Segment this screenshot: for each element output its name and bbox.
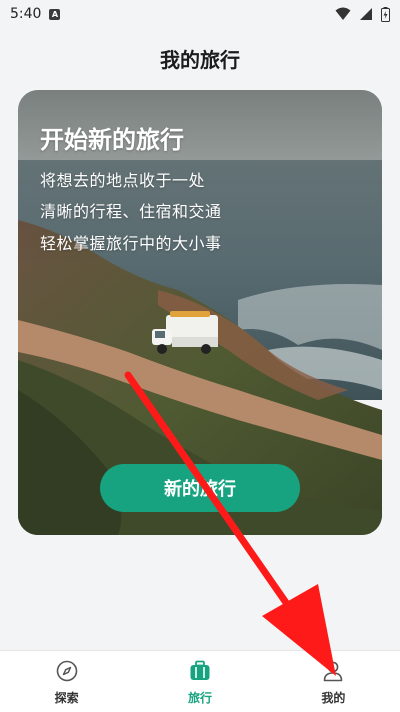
nav-label-me: 我的	[321, 691, 346, 705]
page-title: 我的旅行	[160, 48, 240, 72]
nav-label-explore: 探索	[54, 691, 79, 705]
nav-item-me[interactable]: 我的	[267, 651, 400, 712]
bottom-nav: 探索 旅行 我的	[0, 650, 400, 712]
card-description-line: 清晰的行程、住宿和交通	[40, 202, 222, 221]
wifi-icon	[335, 7, 351, 20]
user-icon	[321, 659, 345, 683]
nav-label-trips: 旅行	[187, 691, 212, 705]
nav-item-trips[interactable]: 旅行	[133, 651, 266, 712]
nav-item-explore[interactable]: 探索	[0, 651, 133, 712]
battery-icon	[381, 6, 390, 22]
card-description-line: 轻松掌握旅行中的大小事	[40, 234, 222, 253]
suitcase-icon	[188, 659, 212, 683]
card-description-line: 将想去的地点收于一处	[40, 171, 206, 190]
signal-icon	[360, 8, 372, 20]
status-time: 5:40	[10, 6, 42, 22]
compass-icon	[55, 659, 79, 683]
notification-icon: A	[49, 8, 61, 20]
card-title: 开始新的旅行	[40, 126, 184, 154]
status-bar: 5:40 A	[0, 0, 400, 28]
new-trip-card: 开始新的旅行 将想去的地点收于一处 清晰的行程、住宿和交通 轻松掌握旅行中的大小…	[18, 90, 382, 535]
new-trip-button[interactable]: 新的旅行	[100, 464, 300, 512]
